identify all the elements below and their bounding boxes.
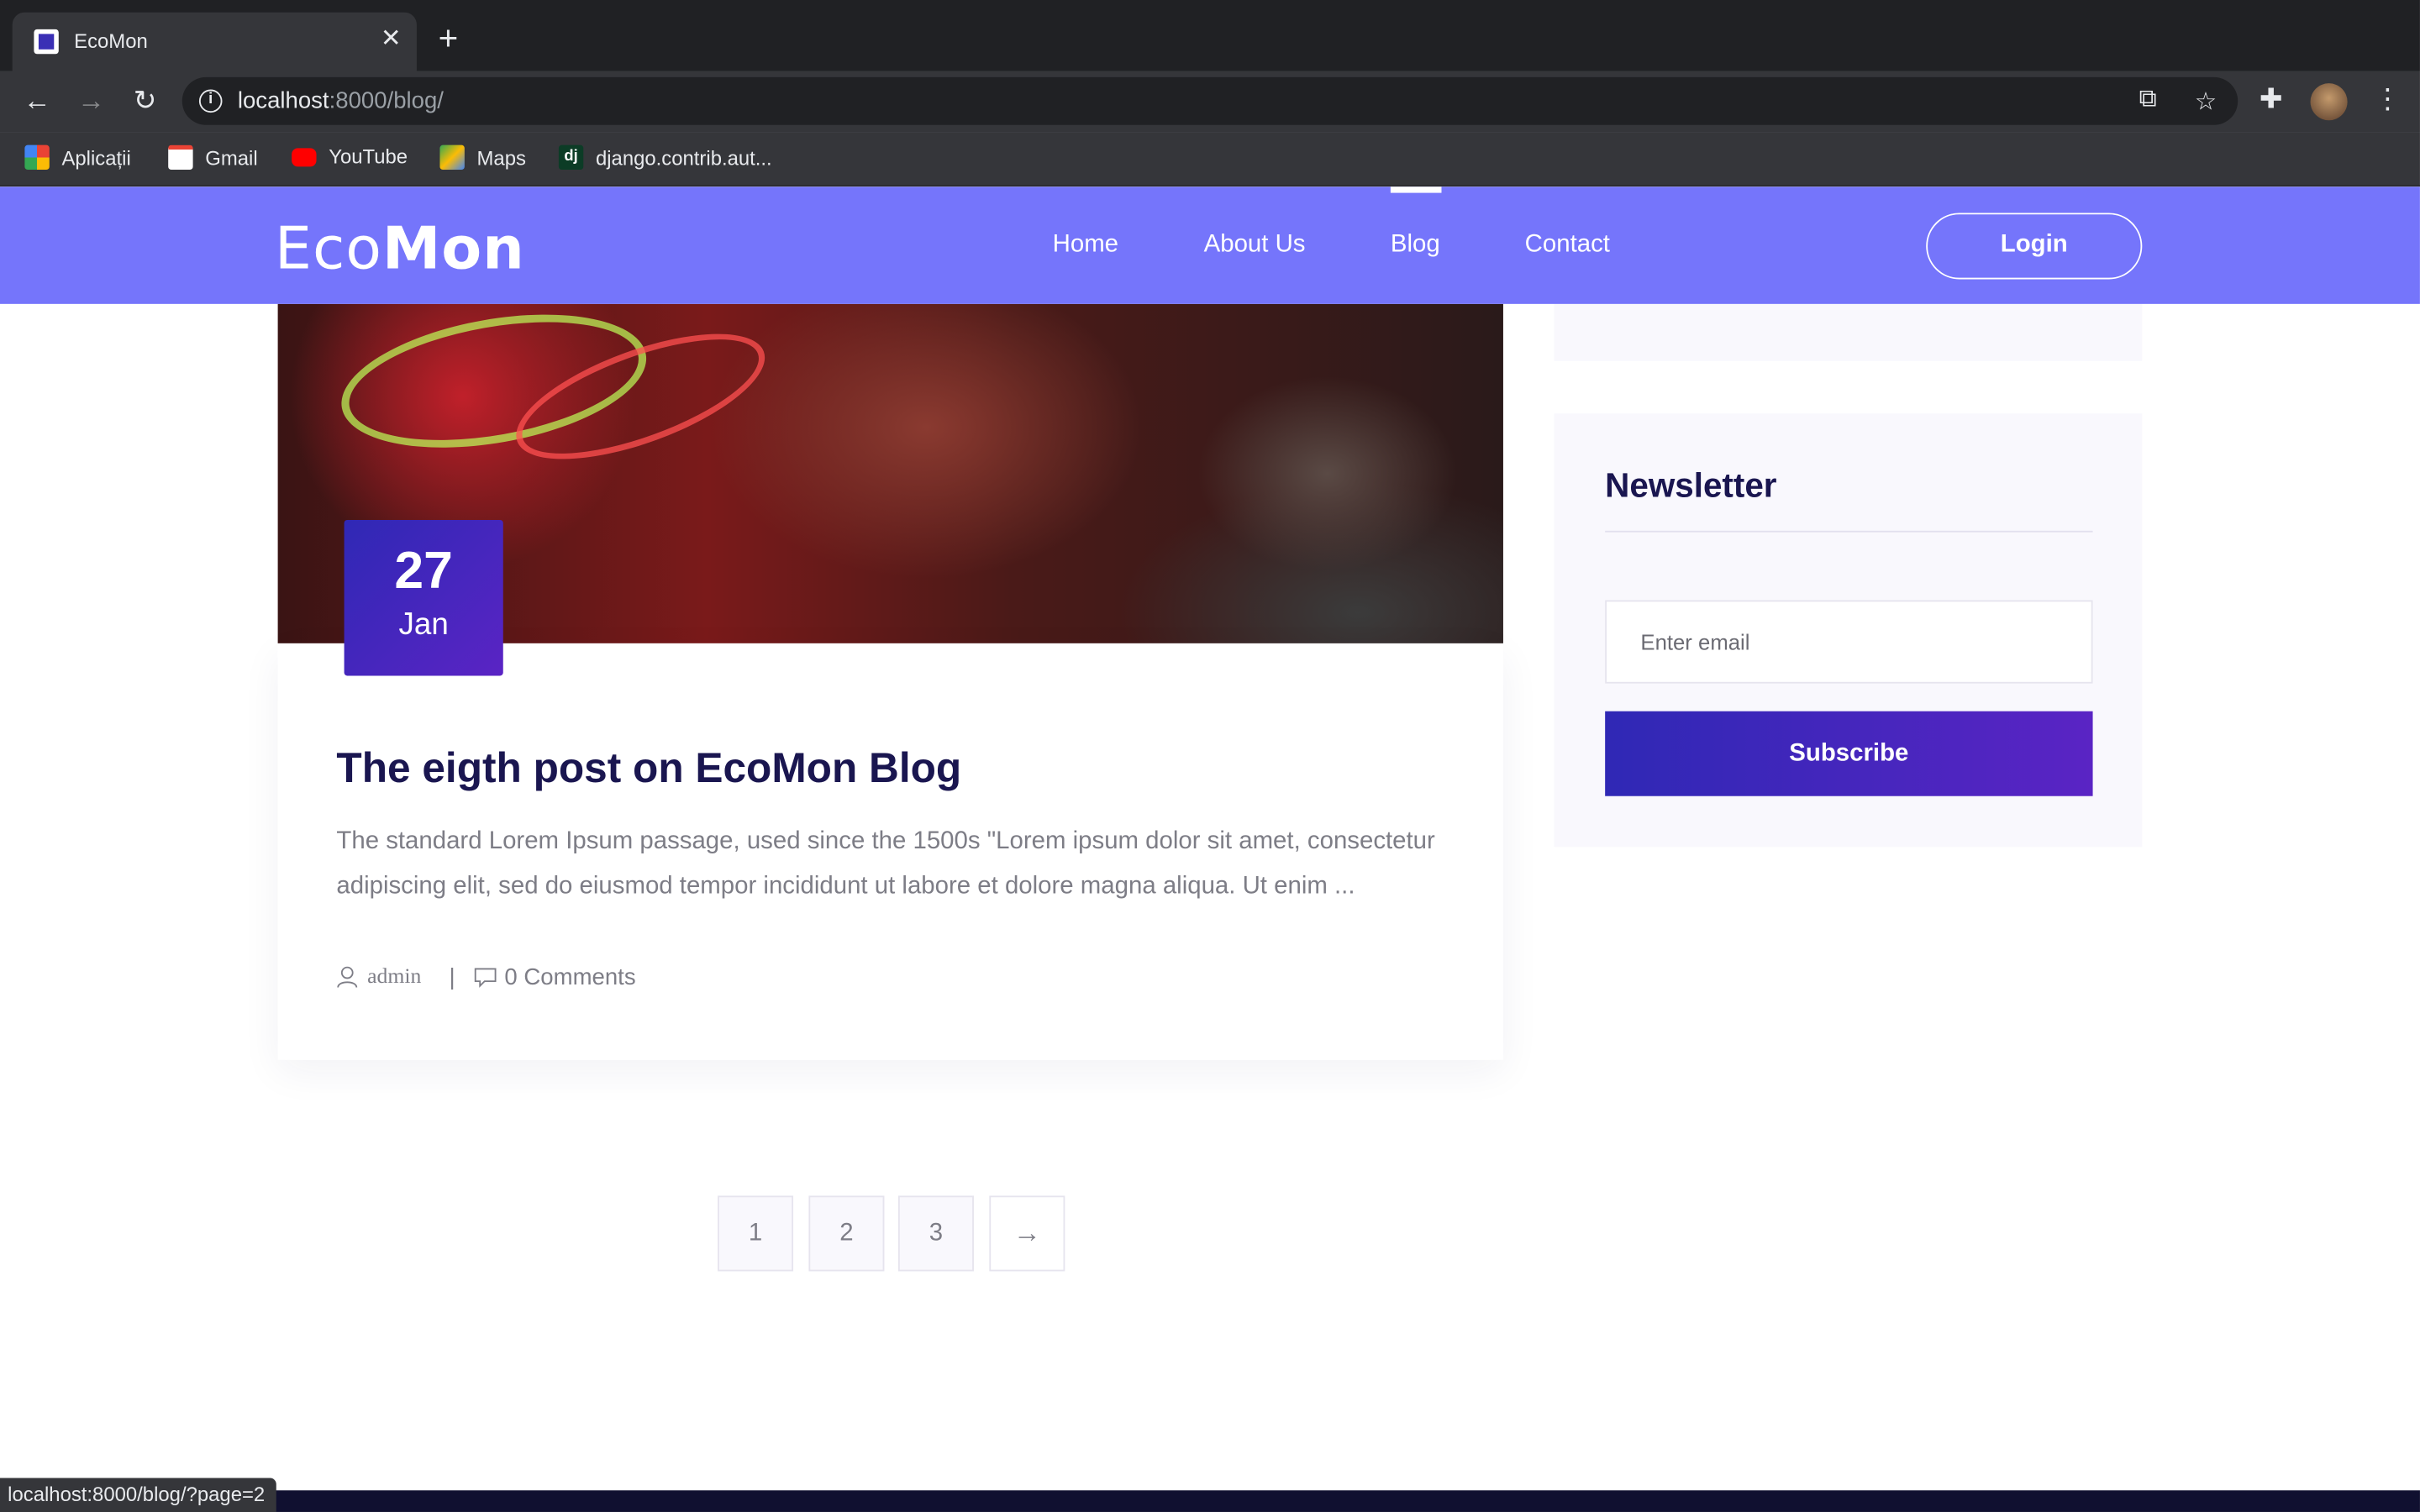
newsletter-widget: Newsletter Enter email Subscribe (1554, 413, 2143, 848)
reload-icon[interactable]: ↻ (128, 85, 161, 116)
web-page: EcoMon Home About Us Blog Contact Login … (0, 186, 2420, 1512)
post-meta: admin | 0 Comments (336, 963, 636, 991)
back-icon[interactable]: ← (20, 85, 54, 116)
address-bar[interactable]: i localhost:8000/blog/ ⧉ ☆ (182, 76, 2238, 125)
bookmark-apps[interactable]: Aplicații (24, 144, 131, 171)
bookmark-django[interactable]: dj django.contrib.aut... (558, 144, 772, 171)
tab-title: EcoMon (74, 29, 148, 53)
nav-home[interactable]: Home (1053, 232, 1118, 260)
browser-toolbar: ← → ↻ i localhost:8000/blog/ ⧉ ☆ ✚ ⋮ (0, 71, 2420, 133)
extensions-icon[interactable]: ✚ (2260, 83, 2283, 116)
site-logo[interactable]: EcoMon (275, 214, 525, 282)
site-favicon-icon (34, 29, 59, 55)
arrow-right-icon: → (1013, 1217, 1041, 1248)
post-excerpt: The standard Lorem Ipsum passage, used s… (336, 828, 1435, 900)
bookmarks-bar: Aplicații Gmail YouTube Maps dj django.c… (0, 132, 2420, 187)
django-icon: dj (558, 144, 584, 171)
forward-icon[interactable]: → (74, 85, 108, 116)
pagination-page-1[interactable]: 1 (718, 1195, 794, 1272)
nav-active-indicator (1390, 186, 1442, 193)
user-icon (337, 966, 358, 988)
gmail-icon (168, 144, 193, 171)
post-date-day: 27 (394, 541, 453, 601)
status-bar-link-preview: localhost:8000/blog/?page=2 (0, 1478, 276, 1512)
browser-tab-strip: EcoMon ✕ + (0, 0, 2420, 71)
url-text: localhost:8000/blog/ (237, 87, 444, 114)
apps-grid-icon (24, 144, 50, 171)
nav-contact[interactable]: Contact (1525, 232, 1610, 260)
new-tab-icon[interactable]: + (439, 21, 459, 55)
profile-avatar[interactable] (2310, 83, 2348, 121)
post-date-badge: 27 Jan (344, 519, 503, 676)
meta-separator: | (449, 963, 455, 991)
post-comments-count[interactable]: 0 Comments (504, 964, 635, 990)
subscribe-button[interactable]: Subscribe (1605, 711, 2093, 796)
nav-blog[interactable]: Blog (1391, 232, 1440, 260)
blog-post-card: The eigth post on EcoMon Blog The standa… (277, 643, 1503, 1060)
divider (1605, 530, 2093, 533)
youtube-icon (292, 147, 317, 166)
menu-kebab-icon[interactable]: ⋮ (2374, 83, 2402, 116)
site-info-icon[interactable]: i (198, 89, 223, 113)
sidebar-widget (1554, 303, 2143, 361)
pagination-next-button[interactable]: → (989, 1195, 1065, 1272)
newsletter-title: Newsletter (1605, 465, 1777, 505)
post-date-month: Jan (398, 607, 449, 643)
close-tab-icon[interactable]: ✕ (381, 24, 402, 55)
post-title[interactable]: The eigth post on EcoMon Blog (336, 745, 961, 793)
login-button[interactable]: Login (1926, 213, 2143, 280)
page-footer-edge (0, 1490, 2420, 1512)
post-author[interactable]: admin (367, 965, 421, 990)
comment-icon (474, 967, 497, 987)
bookmark-youtube[interactable]: YouTube (292, 145, 408, 168)
bookmark-maps[interactable]: Maps (439, 144, 526, 171)
pagination-page-2[interactable]: 2 (808, 1195, 885, 1272)
browser-tab[interactable]: EcoMon ✕ (12, 12, 417, 71)
newsletter-email-input[interactable]: Enter email (1605, 600, 2093, 684)
site-header: EcoMon Home About Us Blog Contact Login (0, 186, 2420, 304)
pagination-page-3[interactable]: 3 (897, 1195, 974, 1272)
nav-about-us[interactable]: About Us (1204, 232, 1306, 260)
maps-icon (439, 144, 465, 171)
translate-icon[interactable]: ⧉ (2139, 87, 2157, 114)
bookmark-star-icon[interactable]: ☆ (2195, 87, 2217, 118)
bookmark-gmail[interactable]: Gmail (168, 144, 258, 171)
